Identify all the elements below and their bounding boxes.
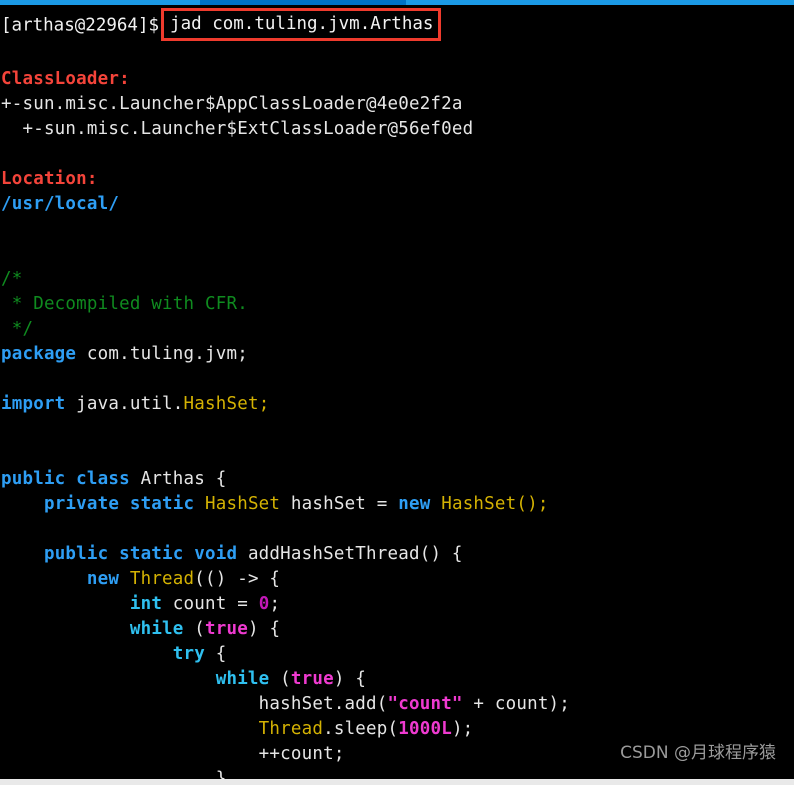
- comment-close: */: [1, 319, 34, 339]
- classloader-entry-app: +-sun.misc.Launcher$AppClassLoader@4e0e2…: [1, 94, 463, 114]
- code-line-while-inner: while (true) {: [215, 669, 367, 689]
- code-line-try: try {: [172, 644, 227, 664]
- code-line-import: import java.util.HashSet;: [1, 394, 270, 414]
- comment-body: * Decompiled with CFR.: [1, 294, 248, 314]
- terminal-window: [arthas@22964]$ jad com.tuling.jvm.Arthas…: [0, 0, 794, 785]
- code-line-int-count: int count = 0;: [129, 594, 281, 614]
- classloader-header: ClassLoader:: [1, 69, 130, 89]
- window-chrome-bottom: [0, 779, 794, 785]
- code-line-field-decl: private static HashSet hashSet = new Has…: [43, 494, 549, 514]
- command-prompt-row: [arthas@22964]$ jad com.tuling.jvm.Arthas: [0, 8, 794, 42]
- csdn-watermark: CSDN @月球程序猿: [620, 743, 776, 763]
- location-path: /usr/local/: [1, 194, 120, 214]
- code-line-while-outer: while (true) {: [129, 619, 281, 639]
- terminal-console[interactable]: [arthas@22964]$ jad com.tuling.jvm.Arthas…: [0, 5, 794, 785]
- code-line-hashset-add: hashSet.add("count" + count);: [258, 694, 571, 714]
- code-line-method-decl: public static void addHashSetThread() {: [43, 544, 463, 564]
- code-line-new-thread: new Thread(() -> {: [86, 569, 281, 589]
- code-line-package: package com.tuling.jvm;: [1, 344, 248, 364]
- classloader-entry-ext: +-sun.misc.Launcher$ExtClassLoader@56ef0…: [1, 119, 474, 139]
- executed-command[interactable]: jad com.tuling.jvm.Arthas: [161, 8, 442, 41]
- comment-open: /*: [1, 269, 23, 289]
- code-line-class-decl: public class Arthas {: [1, 469, 227, 489]
- location-header: Location:: [1, 169, 98, 189]
- shell-prompt: [arthas@22964]$: [1, 15, 160, 36]
